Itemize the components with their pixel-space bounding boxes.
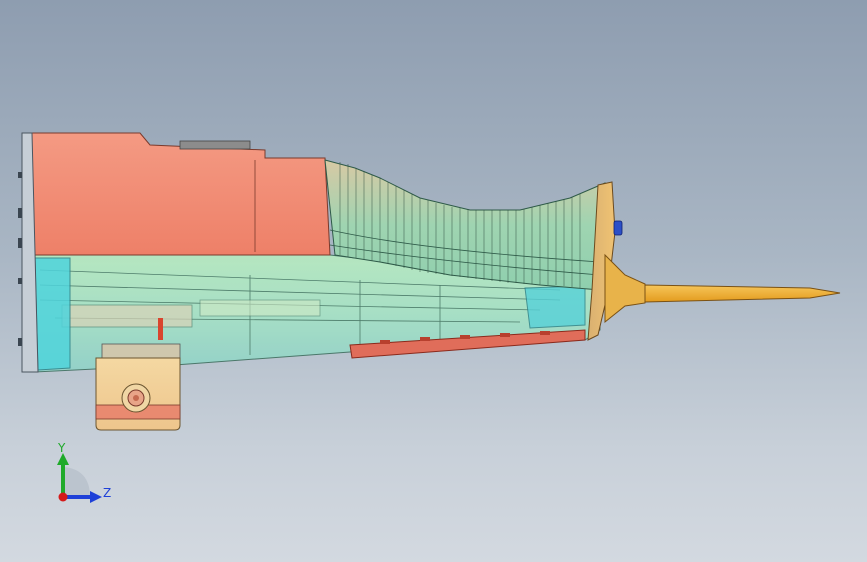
z-axis-arrow	[90, 491, 102, 503]
collar-cone	[604, 253, 646, 324]
cyan-side-panel	[34, 257, 71, 371]
housing-top-shell	[29, 132, 331, 256]
orientation-triad[interactable]	[40, 435, 120, 515]
y-axis-label: Y	[58, 441, 66, 455]
side-button[interactable]	[613, 220, 623, 236]
shell-top-slot	[179, 140, 251, 150]
x-axis-point	[58, 492, 68, 502]
connector-block	[95, 343, 181, 431]
cad-viewport[interactable]: Y Z	[0, 0, 867, 562]
z-axis-label: Z	[103, 486, 112, 500]
device-model[interactable]	[0, 0, 867, 562]
triad-plane	[63, 467, 90, 497]
end-cap-ports	[18, 172, 22, 346]
cyan-collar-panel	[524, 285, 586, 329]
probe-tip	[644, 284, 841, 303]
